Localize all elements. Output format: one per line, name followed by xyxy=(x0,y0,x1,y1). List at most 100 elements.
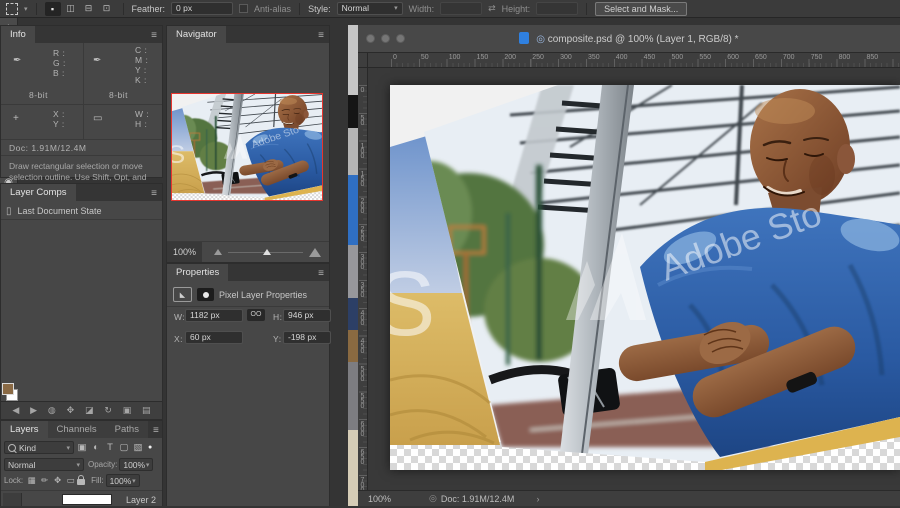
x-label: X: xyxy=(174,334,184,344)
zoom-in-icon[interactable] xyxy=(309,247,321,257)
ruler-label: 600 xyxy=(359,421,366,437)
lock-label: Lock: xyxy=(4,476,24,485)
status-zoom-value[interactable]: 100% xyxy=(368,494,391,504)
link-dimensions-icon[interactable]: OO xyxy=(247,309,265,321)
height-label: Height: xyxy=(501,3,531,14)
style-select[interactable]: Normal ▾ xyxy=(336,2,403,15)
panel-menu-icon[interactable]: ≡ xyxy=(146,186,162,201)
layer-name[interactable]: Layer 2 xyxy=(126,495,156,505)
marquee-preset-icon[interactable] xyxy=(6,2,18,15)
subtract-from-selection[interactable]: ⊟ xyxy=(81,2,97,16)
select-and-mask-button[interactable]: Select and Mask... xyxy=(595,1,688,16)
ruler-label: 200 xyxy=(359,198,366,214)
lock-all-icon[interactable] xyxy=(77,475,86,485)
apply-appearance[interactable]: ◪ xyxy=(85,405,94,416)
lock-transparency-icon[interactable]: ▦ xyxy=(25,475,38,486)
tab-layers[interactable]: Layers xyxy=(1,421,48,438)
ruler-label: 300 xyxy=(359,254,366,270)
w-label: W: xyxy=(174,312,186,322)
new-comp[interactable]: ▣ xyxy=(123,405,132,416)
ruler-label: 300 xyxy=(560,54,572,61)
status-doc-size: Doc: 1.91M/12.4M xyxy=(440,493,515,504)
document-statusbar: 100% ◎ Doc: 1.91M/12.4M › xyxy=(358,490,900,506)
height-input[interactable] xyxy=(536,2,579,15)
layers-panel: Layers Channels Paths ≡ Kind ▾ ▣ ◐ T ▢ ▧ ● Norma… xyxy=(0,420,163,506)
anti-alias-checkbox[interactable] xyxy=(239,4,249,13)
filter-type-layers-icon[interactable]: T xyxy=(103,442,117,453)
panel-menu-icon[interactable]: ≡ xyxy=(146,28,162,43)
layer-filter-select[interactable]: Kind ▾ xyxy=(4,441,74,454)
ruler-label: 0 xyxy=(393,54,397,61)
layer-thumbnail[interactable] xyxy=(62,494,112,505)
filter-pixel-layers-icon[interactable]: ▣ xyxy=(75,442,89,453)
ruler-label: 650 xyxy=(755,54,767,61)
document-titlebar[interactable]: ◎ composite.psd @ 100% (Layer 1, RGB/8) … xyxy=(358,25,900,53)
doc-size-text: Doc: 1.91M/12.4M xyxy=(9,143,87,153)
eyedropper-rgb-icon: ✒ xyxy=(13,55,22,66)
navigator-proxy-view[interactable] xyxy=(171,93,323,201)
add-to-selection[interactable]: ◫ xyxy=(63,2,79,16)
panel-menu-icon[interactable]: ≡ xyxy=(313,28,329,43)
horizontal-ruler[interactable]: 0 50 100 150 200 250 300 350 400 450 500 550 600 650 7… xyxy=(368,53,900,68)
previous-comp[interactable]: ◀ xyxy=(12,405,19,416)
feather-input[interactable]: 0 px xyxy=(171,2,234,15)
fill-select[interactable]: 100% ▾ xyxy=(105,474,140,487)
zoom-slider[interactable] xyxy=(228,248,303,255)
blend-mode-select[interactable]: Normal ▾ xyxy=(4,458,84,471)
table-row[interactable]: Layer 2 xyxy=(1,490,162,508)
foreground-color-swatch[interactable] xyxy=(1,383,14,395)
status-chevron-icon[interactable]: › xyxy=(536,494,539,504)
document-canvas[interactable] xyxy=(390,85,900,470)
new-selection[interactable]: ▪ xyxy=(44,1,61,16)
filter-shape-layers-icon[interactable]: ▢ xyxy=(117,442,131,453)
zoom-slider-thumb[interactable] xyxy=(262,248,271,255)
color-swatches[interactable] xyxy=(0,381,18,405)
ruler-label: 400 xyxy=(615,54,628,61)
swap-dimensions-icon[interactable]: ⇄ xyxy=(488,3,496,14)
tab-channels[interactable]: Channels xyxy=(47,421,106,438)
tab-layer-comps[interactable]: Layer Comps xyxy=(1,184,76,201)
width-input[interactable] xyxy=(440,2,483,15)
update-comp[interactable]: ↻ xyxy=(104,405,112,416)
lock-position-icon[interactable]: ✥ xyxy=(51,475,64,486)
tab-paths[interactable]: Paths xyxy=(105,421,148,438)
navigator-zoom-value[interactable]: 100% xyxy=(167,242,203,262)
search-icon xyxy=(8,443,16,452)
ruler-label: 250 xyxy=(359,226,366,242)
h-input[interactable]: 946 px xyxy=(283,309,331,322)
lock-pixels-icon[interactable]: ✏ xyxy=(38,475,51,486)
apply-position[interactable]: ✥ xyxy=(67,405,75,416)
info-panel: Info ≡ ✒ R : G : B : 8-bit ✒ C : M : Y :… xyxy=(0,25,163,193)
opacity-select[interactable]: 100% ▾ xyxy=(119,458,154,471)
info-m-label: M : xyxy=(135,55,149,65)
panel-menu-icon[interactable]: ≡ xyxy=(313,266,329,281)
y-input[interactable]: -198 px xyxy=(283,331,331,344)
tab-properties[interactable]: Properties xyxy=(167,264,229,281)
filter-adjustment-layers-icon[interactable]: ◐ xyxy=(89,442,103,453)
layer-visibility-toggle[interactable] xyxy=(3,493,22,506)
canvas-viewport[interactable] xyxy=(368,68,900,490)
tab-navigator[interactable]: Navigator xyxy=(167,26,226,43)
ruler-label: 350 xyxy=(587,54,600,61)
layer-comps-panel: Layer Comps ≡ ▯ Last Document State ◀ ▶ ◍ ✥… xyxy=(0,183,163,420)
x-input[interactable]: 60 px xyxy=(185,331,243,344)
h-label: H: xyxy=(273,312,283,322)
zoom-out-icon[interactable] xyxy=(214,249,223,255)
lock-artboard-icon[interactable]: ▭ xyxy=(64,475,77,486)
filter-smart-objects-icon[interactable]: ▧ xyxy=(131,442,145,453)
filter-light-toggle[interactable]: ● xyxy=(148,444,152,451)
panel-menu-icon[interactable]: ≡ xyxy=(148,423,164,438)
w-input[interactable]: 1182 px xyxy=(185,309,243,322)
vertical-ruler[interactable]: 0 50 100 150 200 250 300 350 400 450 500 550 600 650 7… xyxy=(358,68,368,492)
info-y-label: Y : xyxy=(53,119,65,129)
doc-info-icon: ◎ xyxy=(429,493,437,503)
list-item[interactable]: ▯ Last Document State xyxy=(1,203,162,220)
intersect-selection[interactable]: ⊡ xyxy=(99,2,115,16)
apply-visibility[interactable]: ◍ xyxy=(48,405,56,416)
next-comp[interactable]: ▶ xyxy=(30,405,37,416)
delete-comp[interactable]: ▤ xyxy=(142,405,151,416)
tab-info[interactable]: Info xyxy=(1,26,35,43)
ruler-label: 850 xyxy=(866,54,879,61)
chevron-down-icon[interactable]: ▾ xyxy=(24,5,28,13)
ruler-label: 500 xyxy=(359,365,366,381)
